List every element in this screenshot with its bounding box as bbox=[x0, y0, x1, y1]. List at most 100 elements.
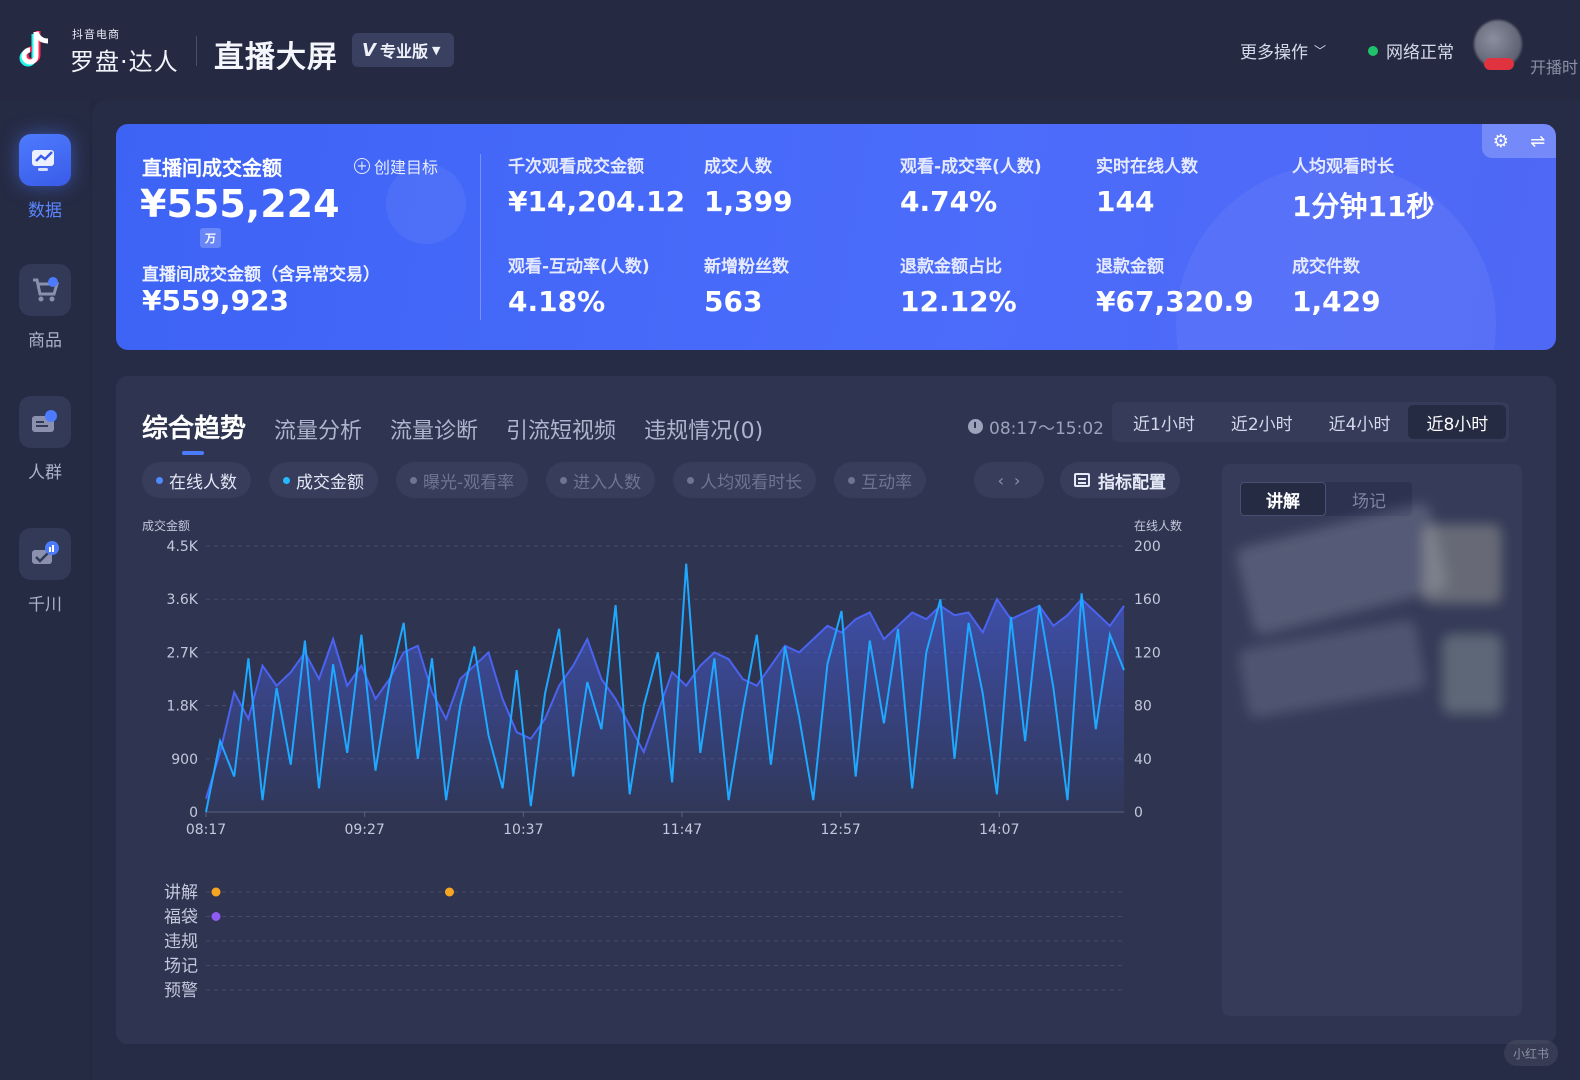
range-8h-button[interactable]: 近8小时 bbox=[1408, 405, 1507, 439]
edition-dropdown[interactable]: V 专业版 ▼ bbox=[352, 33, 455, 67]
kpi-banner: 直播间成交金额 + 创建目标 ¥555,224 万 直播间成交金额（含异常交易）… bbox=[116, 124, 1556, 350]
kpi-label: 观看-互动率(人数) bbox=[508, 257, 650, 277]
x-tick-label: 08:17 bbox=[186, 822, 226, 838]
range-2h-button[interactable]: 近2小时 bbox=[1213, 405, 1311, 439]
chip-label: 人均观看时长 bbox=[700, 472, 803, 493]
top-bar: 抖音电商 罗盘·达人 直播大屏 V 专业版 ▼ 更多操作 ﹀ 网络正常 开播时 bbox=[0, 0, 1580, 100]
kpi-value: 1,399 bbox=[704, 185, 793, 218]
y-left-tick-label: 4.5K bbox=[167, 539, 199, 555]
chip-exposure-watch-rate[interactable]: 曝光-观看率 bbox=[396, 462, 529, 498]
chip-online-users[interactable]: 在线人数 bbox=[142, 462, 251, 498]
y-left-tick-label: 1.8K bbox=[167, 699, 199, 715]
y-right-tick-label: 0 bbox=[1134, 805, 1143, 821]
gear-icon[interactable]: ⚙ bbox=[1493, 131, 1509, 152]
dot-icon bbox=[283, 476, 290, 484]
edition-label: 专业版 bbox=[379, 42, 428, 61]
more-operations-button[interactable]: 更多操作 ﹀ bbox=[1240, 38, 1326, 63]
blurred-content bbox=[1422, 524, 1502, 604]
chevron-left-icon[interactable]: ‹ bbox=[998, 471, 1004, 490]
kpi-label: 成交人数 bbox=[704, 157, 772, 177]
nav-label-products: 商品 bbox=[28, 331, 62, 351]
chip-label: 曝光-观看率 bbox=[423, 472, 515, 493]
chip-label: 在线人数 bbox=[169, 472, 237, 493]
x-tick-label: 10:37 bbox=[503, 822, 543, 838]
side-panel: 讲解 场记 bbox=[1222, 464, 1522, 1016]
y-right-axis-title: 在线人数 bbox=[1134, 518, 1182, 533]
y-left-tick-label: 2.7K bbox=[167, 645, 199, 661]
tab-explain[interactable]: 讲解 bbox=[1240, 482, 1326, 516]
kpi-value: 4.18% bbox=[508, 285, 606, 318]
trend-chart: 成交金额 在线人数 0 0 900 40 1.8K 80 2.7K 120 3.6K 160 4.5K 2… bbox=[142, 518, 1182, 1001]
kpi-value: ¥67,320.9 bbox=[1096, 285, 1254, 318]
v-badge-icon: V bbox=[362, 39, 376, 61]
chip-pager: ‹ › bbox=[974, 462, 1044, 498]
chevron-right-icon[interactable]: › bbox=[1014, 471, 1020, 490]
kpi-label: 观看-成交率(人数) bbox=[900, 157, 1042, 177]
page-title: 直播大屏 bbox=[214, 40, 338, 75]
nav-label-qianchuan: 千川 bbox=[28, 595, 62, 615]
event-row-label: 讲解 bbox=[164, 883, 198, 903]
network-status-label: 网络正常 bbox=[1386, 43, 1454, 63]
chip-entries[interactable]: 进入人数 bbox=[546, 462, 656, 498]
more-operations-label: 更多操作 bbox=[1240, 43, 1308, 63]
trend-tabs: 综合趋势 流量分析 流量诊断 引流短视频 违规情况(0) bbox=[142, 408, 763, 455]
douyin-logo-icon bbox=[19, 31, 49, 67]
y-right-tick-label: 40 bbox=[1134, 752, 1152, 768]
kpi-buyers: 成交人数 1,399 bbox=[704, 152, 793, 218]
range-selector: 近1小时 近2小时 近4小时 近8小时 bbox=[1112, 402, 1510, 442]
tab-traffic-diagnosis[interactable]: 流量诊断 bbox=[390, 413, 478, 445]
range-4h-button[interactable]: 近4小时 bbox=[1311, 405, 1409, 439]
nav-item-qianchuan[interactable]: 千川 bbox=[0, 528, 90, 615]
brand-divider bbox=[196, 36, 197, 66]
nav-item-products[interactable]: 商品 bbox=[0, 264, 90, 351]
brand-subtitle: 抖音电商 bbox=[72, 28, 120, 41]
dot-icon bbox=[560, 476, 568, 484]
chip-label: 成交金额 bbox=[296, 472, 364, 493]
trend-card: 综合趋势 流量分析 流量诊断 引流短视频 违规情况(0) 08:17～15:02… bbox=[116, 376, 1556, 1044]
range-1h-button[interactable]: 近1小时 bbox=[1115, 405, 1213, 439]
nav-item-audience[interactable]: 人群 bbox=[0, 396, 90, 483]
series-area-online-users bbox=[206, 599, 1124, 812]
kpi-label: 千次观看成交金额 bbox=[508, 157, 644, 177]
caret-down-icon: ▼ bbox=[431, 43, 441, 57]
chip-gmv[interactable]: 成交金额 bbox=[269, 462, 378, 498]
kpi-items-sold: 成交件数 1,429 bbox=[1292, 252, 1381, 318]
kpi-value: 144 bbox=[1096, 185, 1155, 218]
dot-icon bbox=[687, 476, 695, 484]
chip-avg-watch-time[interactable]: 人均观看时长 bbox=[673, 462, 817, 498]
kpi-conversion-rate: 观看-成交率(人数) 4.74% bbox=[900, 152, 1042, 218]
nav-item-data[interactable]: 数据 bbox=[0, 134, 90, 221]
kpi-value: 1分钟11秒 bbox=[1292, 190, 1435, 223]
gmv-value: ¥555,224 bbox=[140, 182, 340, 226]
network-status: 网络正常 bbox=[1368, 38, 1454, 63]
x-tick-label: 14:07 bbox=[979, 822, 1019, 838]
kpi-label: 退款金额占比 bbox=[900, 257, 1002, 277]
tab-overview-trend[interactable]: 综合趋势 bbox=[142, 408, 246, 455]
chip-interaction-rate[interactable]: 互动率 bbox=[834, 462, 927, 498]
time-range-label: 08:17～15:02 bbox=[989, 419, 1104, 439]
plus-circle-icon: + bbox=[354, 158, 370, 174]
kpi-label: 退款金额 bbox=[1096, 257, 1164, 277]
time-range: 08:17～15:02 bbox=[968, 414, 1104, 439]
user-card-icon bbox=[19, 396, 71, 448]
swap-icon[interactable]: ⇌ bbox=[1530, 131, 1545, 152]
event-row-label: 场记 bbox=[164, 957, 198, 977]
kpi-new-fans: 新增粉丝数 563 bbox=[704, 252, 789, 318]
y-left-axis-title: 成交金额 bbox=[142, 518, 190, 533]
tab-violations[interactable]: 违规情况(0) bbox=[644, 413, 763, 445]
kpi-value: 4.74% bbox=[900, 185, 998, 218]
metric-config-button[interactable]: 指标配置 bbox=[1060, 462, 1180, 498]
gmv-abnormal-value: ¥559,923 bbox=[142, 284, 290, 317]
kpi-value: 563 bbox=[704, 285, 763, 318]
y-left-tick-label: 900 bbox=[171, 752, 198, 768]
nav-label-data: 数据 bbox=[28, 201, 62, 221]
blurred-content bbox=[1234, 501, 1450, 637]
create-target-button[interactable]: + 创建目标 bbox=[354, 154, 438, 178]
tab-short-video[interactable]: 引流短视频 bbox=[506, 413, 616, 445]
tab-traffic-analysis[interactable]: 流量分析 bbox=[274, 413, 362, 445]
kpi-interaction-rate: 观看-互动率(人数) 4.18% bbox=[508, 252, 650, 318]
live-badge-icon bbox=[1484, 58, 1514, 70]
metric-chips: 在线人数 成交金额 曝光-观看率 进入人数 人均观看时长 互动率 bbox=[142, 462, 927, 498]
status-dot-icon bbox=[1368, 45, 1378, 56]
config-icon bbox=[1074, 473, 1090, 487]
